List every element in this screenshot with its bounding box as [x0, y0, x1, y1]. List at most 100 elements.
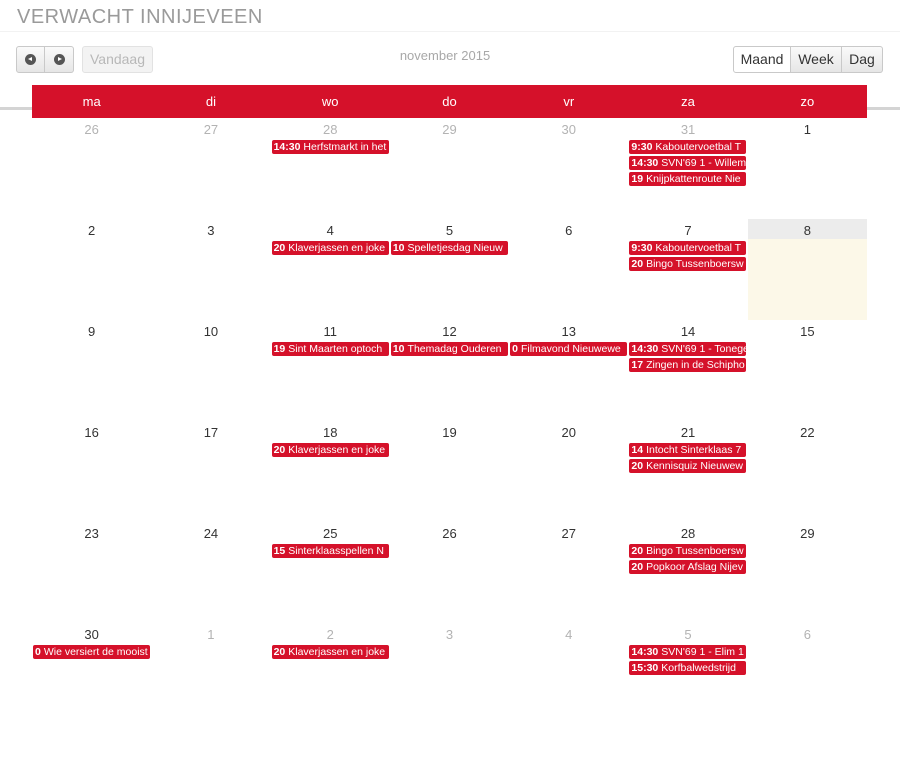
- event-title: Knijpkattenroute Nie: [646, 173, 741, 185]
- day-cell[interactable]: 18 20 Klaverjassen en joke: [271, 421, 390, 522]
- day-number: 3: [207, 223, 215, 238]
- calendar-event[interactable]: 9:30 Kaboutervoetbal T: [629, 241, 747, 255]
- calendar-event[interactable]: 20 Klaverjassen en joke: [271, 241, 389, 255]
- day-cell[interactable]: 7 9:30 Kaboutervoetbal T 20 Bingo Tussenboer…: [628, 219, 747, 320]
- view-day-button[interactable]: Dag: [842, 46, 883, 73]
- day-cell[interactable]: 27: [151, 118, 270, 219]
- event-list: 15 Sinterklaasspellen N: [271, 542, 390, 558]
- day-cell[interactable]: 10: [151, 320, 270, 421]
- day-cell[interactable]: 16: [32, 421, 151, 522]
- day-cell[interactable]: 28 20 Bingo Tussenboersw 20 Popkoor Afslag N…: [628, 522, 747, 623]
- day-cell[interactable]: 3: [151, 219, 270, 320]
- day-cell[interactable]: 24: [151, 522, 270, 623]
- day-cell[interactable]: 21 14 Intocht Sinterklaas 7 20 Kennisquiz Ni…: [628, 421, 747, 522]
- view-week-button[interactable]: Week: [791, 46, 842, 73]
- day-cell[interactable]: 28 14:30 Herfstmarkt in het: [271, 118, 390, 219]
- calendar-event[interactable]: 14:30 SVN'69 1 - Elim 1: [629, 645, 747, 659]
- day-cell[interactable]: 17: [151, 421, 270, 522]
- calendar-event[interactable]: 19 Knijpkattenroute Nie: [629, 172, 747, 186]
- day-cell[interactable]: 20: [509, 421, 628, 522]
- calendar-event[interactable]: 10 Spelletjesdag Nieuw: [390, 241, 508, 255]
- day-cell[interactable]: 27: [509, 522, 628, 623]
- event-list: [509, 441, 628, 443]
- event-list: [390, 138, 509, 140]
- day-cell[interactable]: 1: [151, 623, 270, 724]
- calendar-event[interactable]: 19 Sint Maarten optoch: [271, 342, 389, 356]
- day-cell[interactable]: 19: [390, 421, 509, 522]
- day-cell[interactable]: 2: [32, 219, 151, 320]
- event-list: 0 Wie versiert de mooist: [32, 643, 151, 659]
- day-cell[interactable]: 4: [509, 623, 628, 724]
- day-cell[interactable]: 1: [748, 118, 867, 219]
- calendar-event[interactable]: 14 Intocht Sinterklaas 7: [629, 443, 747, 457]
- event-title: Herfstmarkt in het: [303, 141, 387, 153]
- event-list: [390, 542, 509, 544]
- day-cell[interactable]: 5 10 Spelletjesdag Nieuw: [390, 219, 509, 320]
- calendar-event[interactable]: 20 Klaverjassen en joke: [271, 443, 389, 457]
- event-time: 14: [631, 444, 644, 456]
- event-time: 10: [392, 343, 405, 355]
- prev-button[interactable]: [16, 46, 45, 73]
- day-cell[interactable]: 26: [390, 522, 509, 623]
- calendar-event[interactable]: 14:30 SVN'69 1 - Tonege: [629, 342, 747, 356]
- day-number: 30: [561, 122, 576, 137]
- day-cell[interactable]: 11 19 Sint Maarten optoch: [271, 320, 390, 421]
- calendar-event[interactable]: 10 Themadag Ouderen: [390, 342, 508, 356]
- calendar-event[interactable]: 15:30 Korfbalwedstrijd: [629, 661, 747, 675]
- day-cell[interactable]: 3: [390, 623, 509, 724]
- day-cell[interactable]: 15: [748, 320, 867, 421]
- event-title: Intocht Sinterklaas 7: [646, 444, 742, 456]
- today-button[interactable]: Vandaag: [82, 46, 153, 73]
- calendar-event[interactable]: 0 Filmavond Nieuwewe: [510, 342, 628, 356]
- page-title: VERWACHT INNIJEVEEN: [17, 6, 263, 28]
- next-button[interactable]: [45, 46, 74, 73]
- day-cell[interactable]: 12 10 Themadag Ouderen: [390, 320, 509, 421]
- day-cell[interactable]: 31 9:30 Kaboutervoetbal T 14:30 SVN'69 1 - W…: [628, 118, 747, 219]
- day-cell[interactable]: 29: [390, 118, 509, 219]
- day-cell[interactable]: 26: [32, 118, 151, 219]
- week-row: 23 24 25 15 Sinterklaasspellen N 26 27 28 20 Bing…: [32, 522, 867, 623]
- day-cell[interactable]: 23: [32, 522, 151, 623]
- event-title: Kaboutervoetbal T: [655, 242, 742, 254]
- event-list: [509, 138, 628, 140]
- day-cell[interactable]: 25 15 Sinterklaasspellen N: [271, 522, 390, 623]
- day-cell[interactable]: 9: [32, 320, 151, 421]
- current-month-label: november 2015: [399, 48, 491, 63]
- day-number: 16: [84, 425, 99, 440]
- event-list: [509, 643, 628, 645]
- day-cell[interactable]: 30 0 Wie versiert de mooist: [32, 623, 151, 724]
- event-list: [390, 643, 509, 645]
- day-cell[interactable]: 6: [509, 219, 628, 320]
- event-list: [32, 441, 151, 443]
- event-list: [748, 138, 867, 140]
- event-list: 14 Intocht Sinterklaas 7 20 Kennisquiz Nieu…: [628, 441, 747, 473]
- day-cell[interactable]: 6: [748, 623, 867, 724]
- calendar-event[interactable]: 14:30 SVN'69 1 - Willem: [629, 156, 747, 170]
- event-title: Popkoor Afslag Nijev: [646, 561, 743, 573]
- day-cell[interactable]: 14 14:30 SVN'69 1 - Tonege 17 Zingen in de S…: [628, 320, 747, 421]
- week-row: 2 3 4 20 Klaverjassen en joke 5 10 Spelletjesda…: [32, 219, 867, 320]
- view-month-button[interactable]: Maand: [733, 46, 791, 73]
- calendar-event[interactable]: 9:30 Kaboutervoetbal T: [629, 140, 747, 154]
- event-list: [32, 340, 151, 342]
- calendar-event[interactable]: 20 Bingo Tussenboersw: [629, 544, 747, 558]
- day-number: 18: [322, 425, 338, 440]
- day-cell[interactable]: 30: [509, 118, 628, 219]
- day-number: 21: [680, 425, 696, 440]
- day-cell[interactable]: 5 14:30 SVN'69 1 - Elim 1 15:30 Korfbalwedst…: [628, 623, 747, 724]
- day-cell-today[interactable]: 8: [747, 219, 867, 320]
- calendar-event[interactable]: 17 Zingen in de Schipho: [629, 358, 747, 372]
- calendar-event[interactable]: 20 Kennisquiz Nieuwew: [629, 459, 747, 473]
- calendar-event[interactable]: 20 Popkoor Afslag Nijev: [629, 560, 747, 574]
- day-number: 6: [565, 223, 573, 238]
- calendar-event[interactable]: 0 Wie versiert de mooist: [33, 645, 150, 659]
- day-cell[interactable]: 29: [748, 522, 867, 623]
- calendar-event[interactable]: 20 Bingo Tussenboersw: [629, 257, 747, 271]
- day-cell[interactable]: 4 20 Klaverjassen en joke: [271, 219, 390, 320]
- day-cell[interactable]: 22: [748, 421, 867, 522]
- calendar-event[interactable]: 14:30 Herfstmarkt in het: [271, 140, 389, 154]
- day-cell[interactable]: 2 20 Klaverjassen en joke: [271, 623, 390, 724]
- calendar-event[interactable]: 15 Sinterklaasspellen N: [271, 544, 389, 558]
- calendar-event[interactable]: 20 Klaverjassen en joke: [271, 645, 389, 659]
- day-cell[interactable]: 13 0 Filmavond Nieuwewe: [509, 320, 628, 421]
